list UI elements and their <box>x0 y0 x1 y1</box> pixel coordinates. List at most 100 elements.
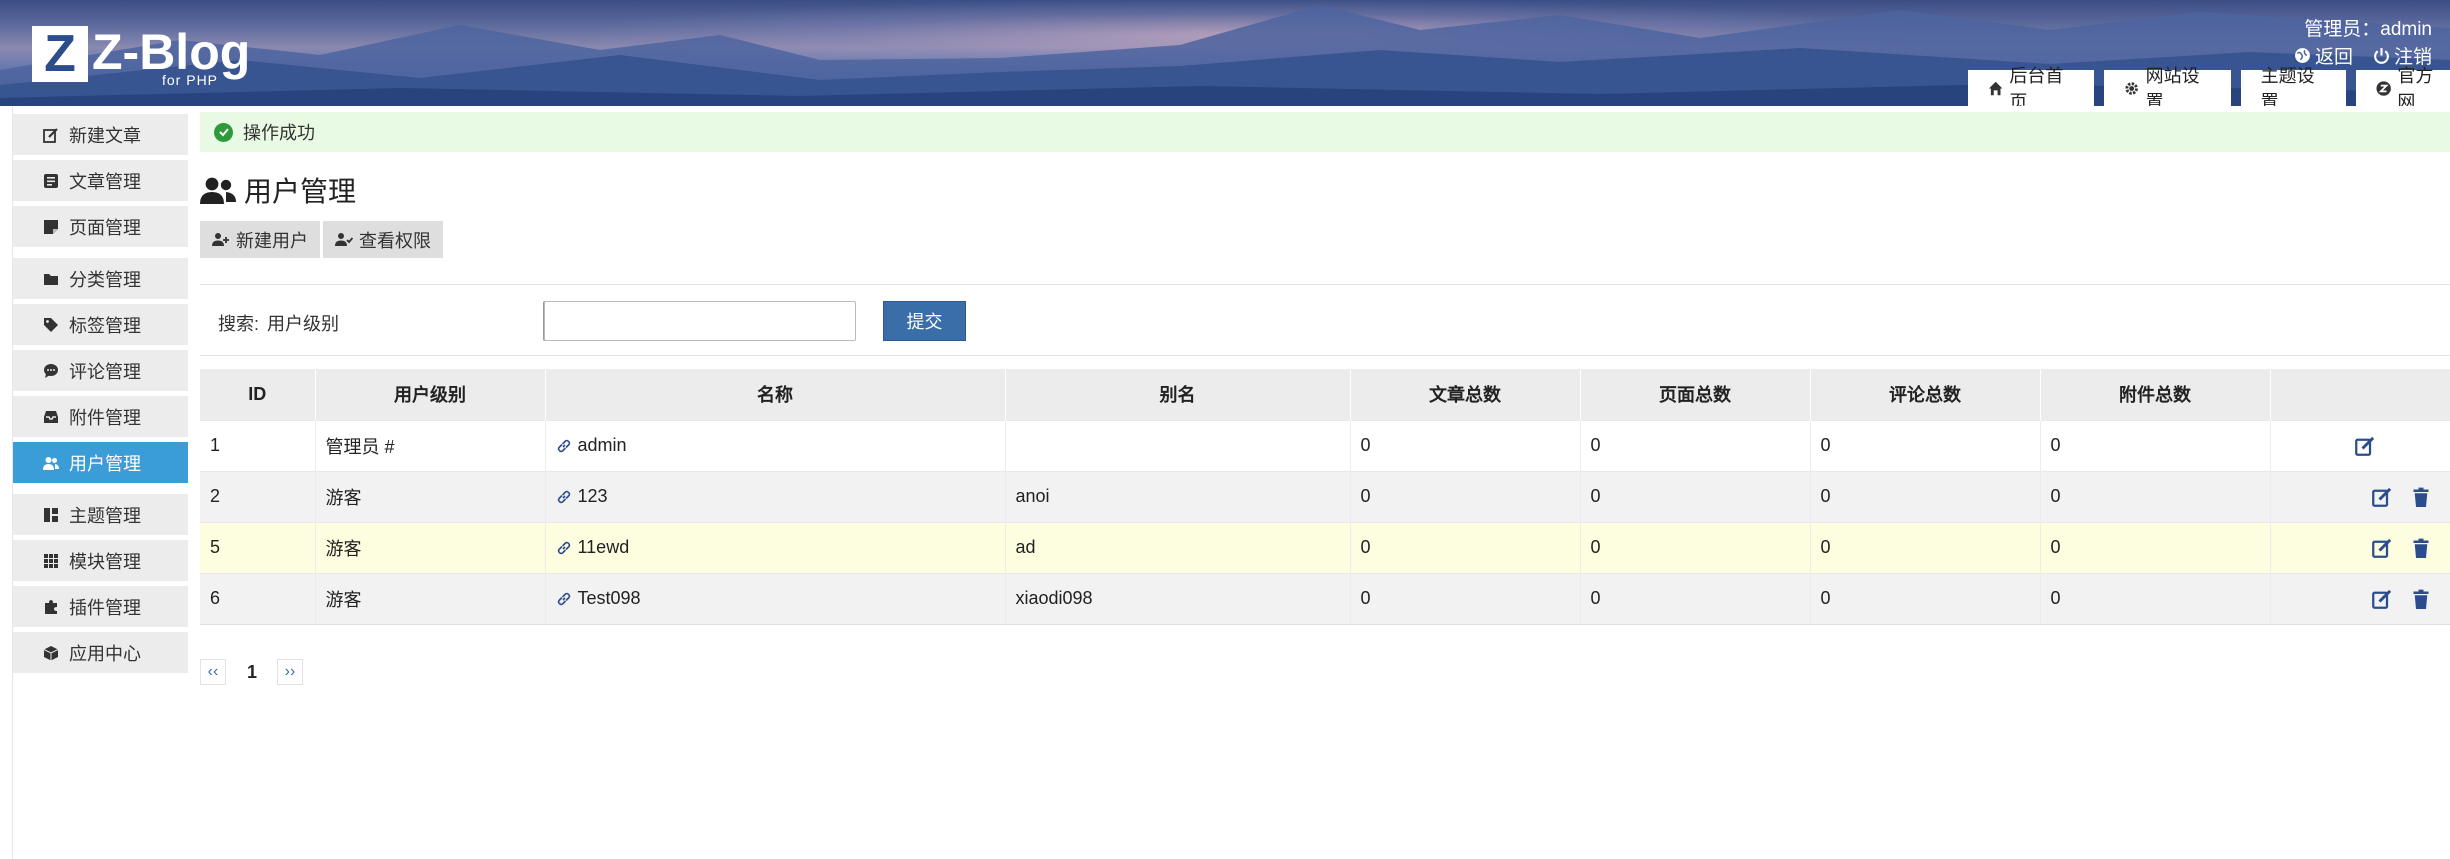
cell-pages: 0 <box>1580 470 1811 522</box>
delete-user-button[interactable] <box>2412 538 2430 558</box>
home-icon <box>1988 81 2003 95</box>
gear-icon <box>2125 81 2139 95</box>
new-user-button[interactable]: 新建用户 <box>200 221 320 258</box>
sidebar-item-module-manage[interactable]: 模块管理 <box>13 540 188 581</box>
column-header-attachments[interactable]: 附件总数 <box>2040 369 2271 420</box>
column-header-id[interactable]: ID <box>200 369 316 420</box>
sidebar-item-label: 应用中心 <box>69 643 141 664</box>
sidebar-item-label: 分类管理 <box>69 269 141 290</box>
edit-icon <box>2371 487 2391 507</box>
sidebar-item-app-center[interactable]: 应用中心 <box>13 632 188 673</box>
cell-actions <box>2270 419 2450 471</box>
column-header-name[interactable]: 名称 <box>545 369 1006 420</box>
column-header-comments[interactable]: 评论总数 <box>1810 369 2041 420</box>
sidebar-item-new-article[interactable]: 新建文章 <box>13 114 188 155</box>
header-banner: Z Z-Blog for PHP 管理员：admin 返回 注销 后台首页 网站… <box>0 0 2450 106</box>
sidebar-nav: 新建文章 文章管理 页面管理 分类管理 标签管理 评论管理 附件管理 用户管理 … <box>12 106 188 859</box>
column-header-pages[interactable]: 页面总数 <box>1580 369 1811 420</box>
cell-pages: 0 <box>1580 521 1811 573</box>
cell-comments: 0 <box>1810 470 2041 522</box>
view-permissions-button[interactable]: 查看权限 <box>323 221 443 258</box>
sidebar-item-plugin-manage[interactable]: 插件管理 <box>13 586 188 627</box>
delete-user-button[interactable] <box>2412 589 2430 609</box>
column-header-actions <box>2270 369 2450 420</box>
edit-user-button[interactable] <box>2371 538 2392 558</box>
cell-attachments: 0 <box>2040 470 2271 522</box>
table-header-row: ID 用户级别 名称 别名 文章总数 页面总数 评论总数 附件总数 <box>200 369 2450 420</box>
sidebar-item-label: 附件管理 <box>69 407 141 428</box>
tab-official-site[interactable]: 官方网 <box>2356 66 2450 106</box>
column-header-alias[interactable]: 别名 <box>1005 369 1351 420</box>
tab-dashboard-label: 后台首页 <box>2009 66 2064 106</box>
user-name-link[interactable]: Test098 <box>578 588 641 609</box>
pagination-current-page[interactable]: 1 <box>239 659 265 685</box>
edit-user-button[interactable] <box>2371 589 2392 609</box>
sidebar-item-label: 新建文章 <box>69 125 141 146</box>
user-name-link[interactable]: 11ewd <box>578 537 630 558</box>
page-title-text: 用户管理 <box>244 176 357 207</box>
sidebar-item-comment-manage[interactable]: 评论管理 <box>13 350 188 391</box>
edit-icon <box>2355 436 2375 456</box>
user-name-link[interactable]: 123 <box>578 486 608 507</box>
search-input[interactable] <box>544 301 856 341</box>
sidebar-item-label: 主题管理 <box>69 505 141 526</box>
page-icon <box>44 219 58 234</box>
sidebar-item-label: 页面管理 <box>69 217 141 238</box>
link-icon <box>557 490 570 503</box>
sidebar-item-user-manage[interactable]: 用户管理 <box>13 442 188 483</box>
cell-name: 11ewd <box>545 521 1006 573</box>
column-header-articles[interactable]: 文章总数 <box>1350 369 1581 420</box>
cell-id: 1 <box>200 419 316 471</box>
search-bar: 搜索: 用户级别 任意 提交 <box>200 284 2450 356</box>
cell-attachments: 0 <box>2040 572 2271 625</box>
cell-name: admin <box>545 419 1006 471</box>
cell-pages: 0 <box>1580 419 1811 471</box>
sidebar-item-page-manage[interactable]: 页面管理 <box>13 206 188 247</box>
link-icon <box>557 439 570 452</box>
cell-alias: anoi <box>1005 470 1351 522</box>
sidebar-item-category-manage[interactable]: 分类管理 <box>13 258 188 299</box>
cell-actions <box>2270 521 2450 573</box>
tab-theme-settings[interactable]: 主题设置 <box>2240 66 2347 106</box>
logo-text: Z-Blog <box>92 24 251 80</box>
user-name-link[interactable]: admin <box>578 435 627 456</box>
cell-id: 2 <box>200 470 316 522</box>
sidebar-item-theme-manage[interactable]: 主题管理 <box>13 494 188 535</box>
cell-id: 6 <box>200 572 316 625</box>
table-row: 5 游客 11ewd ad 0 0 0 0 <box>200 521 2450 573</box>
cell-comments: 0 <box>1810 572 2041 625</box>
cell-articles: 0 <box>1350 419 1581 471</box>
table-row: 2 游客 123 anoi 0 0 0 0 <box>200 470 2450 522</box>
sidebar-item-tag-manage[interactable]: 标签管理 <box>13 304 188 345</box>
search-label: 搜索: <box>218 314 260 334</box>
cell-level: 游客 <box>315 521 546 573</box>
cell-level: 管理员 # <box>315 419 546 471</box>
success-notice: 操作成功 <box>200 112 2450 152</box>
users-icon <box>200 177 236 204</box>
user-check-icon <box>335 233 353 246</box>
tab-dashboard[interactable]: 后台首页 <box>1968 66 2095 106</box>
cell-alias: xiaodi098 <box>1005 572 1351 625</box>
sidebar-item-article-manage[interactable]: 文章管理 <box>13 160 188 201</box>
edit-user-button[interactable] <box>2371 487 2392 507</box>
sidebar-item-label: 评论管理 <box>69 361 141 382</box>
layout-icon <box>44 507 58 522</box>
logo-subtitle: for PHP <box>162 72 219 88</box>
trash-icon <box>2413 589 2428 609</box>
pagination-next[interactable]: ›› <box>277 659 303 685</box>
delete-user-button[interactable] <box>2412 487 2430 507</box>
sidebar-item-attachment-manage[interactable]: 附件管理 <box>13 396 188 437</box>
pagination-prev[interactable]: ‹‹ <box>200 659 226 685</box>
new-user-button-label: 新建用户 <box>236 230 308 251</box>
tab-site-settings[interactable]: 网站设置 <box>2104 66 2231 106</box>
sidebar-item-label: 用户管理 <box>69 453 141 474</box>
cell-comments: 0 <box>1810 521 2041 573</box>
cell-actions <box>2270 470 2450 522</box>
submit-button[interactable]: 提交 <box>883 301 966 341</box>
cell-articles: 0 <box>1350 521 1581 573</box>
edit-user-button[interactable] <box>2355 436 2375 456</box>
column-header-level[interactable]: 用户级别 <box>315 369 546 420</box>
trash-icon <box>2413 538 2428 558</box>
cell-actions <box>2270 572 2450 625</box>
cell-level: 游客 <box>315 470 546 522</box>
